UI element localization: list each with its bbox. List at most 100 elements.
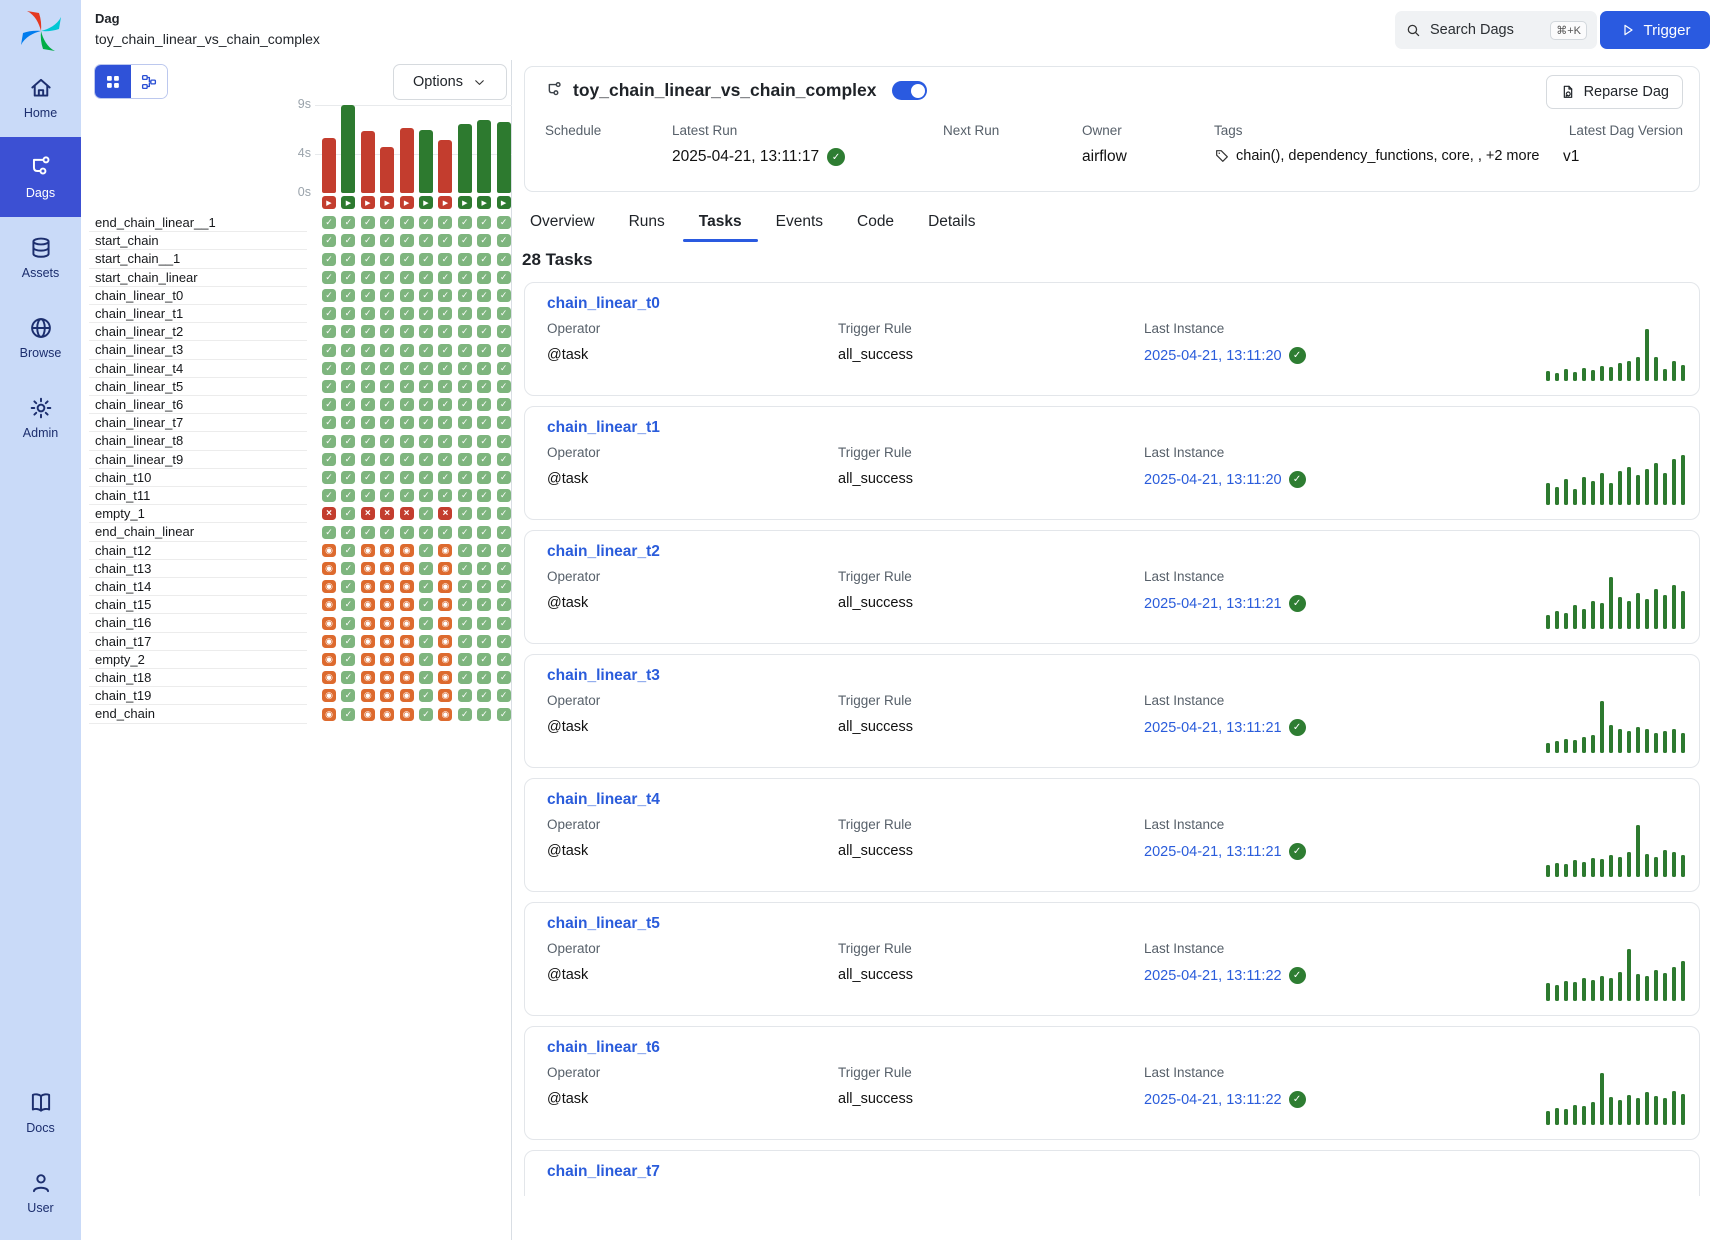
search-dags-input[interactable]: Search Dags ⌘+K [1395, 11, 1597, 49]
task-instance-success-icon[interactable]: ✓ [341, 471, 355, 484]
task-instance-success-icon[interactable]: ✓ [400, 234, 414, 247]
task-instance-success-icon[interactable]: ✓ [438, 325, 452, 338]
task-instance-success-icon[interactable]: ✓ [380, 471, 394, 484]
task-instance-success-icon[interactable]: ✓ [497, 307, 511, 320]
task-instance-upstream-failed-icon[interactable]: ◉ [361, 671, 375, 684]
task-instance-success-icon[interactable]: ✓ [458, 507, 472, 520]
task-instance-success-icon[interactable]: ✓ [361, 307, 375, 320]
task-instance-success-icon[interactable]: ✓ [341, 653, 355, 666]
task-instance-success-icon[interactable]: ✓ [380, 453, 394, 466]
reparse-dag-button[interactable]: Reparse Dag [1546, 75, 1683, 109]
run-duration-bar[interactable] [477, 120, 491, 193]
task-instance-success-icon[interactable]: ✓ [400, 380, 414, 393]
task-instance-success-icon[interactable]: ✓ [341, 635, 355, 648]
task-instance-success-icon[interactable]: ✓ [400, 471, 414, 484]
task-instance-success-icon[interactable]: ✓ [419, 325, 433, 338]
task-instance-upstream-failed-icon[interactable]: ◉ [438, 598, 452, 611]
task-card-title-link[interactable]: chain_linear_t6 [547, 1039, 660, 1057]
task-instance-success-icon[interactable]: ✓ [419, 708, 433, 721]
task-instance-upstream-failed-icon[interactable]: ◉ [438, 708, 452, 721]
task-instance-success-icon[interactable]: ✓ [458, 453, 472, 466]
sidebar-item-browse[interactable]: Browse [0, 297, 81, 377]
task-instance-success-icon[interactable]: ✓ [419, 362, 433, 375]
task-instance-success-icon[interactable]: ✓ [361, 435, 375, 448]
task-instance-success-icon[interactable]: ✓ [380, 416, 394, 429]
task-instance-success-icon[interactable]: ✓ [419, 380, 433, 393]
task-instance-success-icon[interactable]: ✓ [341, 216, 355, 229]
task-instance-success-icon[interactable]: ✓ [458, 635, 472, 648]
task-instance-success-icon[interactable]: ✓ [380, 489, 394, 502]
task-instance-success-icon[interactable]: ✓ [322, 380, 336, 393]
task-instance-success-icon[interactable]: ✓ [322, 271, 336, 284]
task-instance-success-icon[interactable]: ✓ [497, 416, 511, 429]
task-instance-upstream-failed-icon[interactable]: ◉ [400, 635, 414, 648]
task-card-title-link[interactable]: chain_linear_t0 [547, 295, 660, 313]
task-instance-success-icon[interactable]: ✓ [477, 617, 491, 630]
sidebar-item-admin[interactable]: Admin [0, 377, 81, 457]
task-instance-upstream-failed-icon[interactable]: ◉ [380, 617, 394, 630]
task-instance-success-icon[interactable]: ✓ [400, 344, 414, 357]
task-instance-success-icon[interactable]: ✓ [341, 689, 355, 702]
task-instance-success-icon[interactable]: ✓ [419, 289, 433, 302]
task-instance-success-icon[interactable]: ✓ [361, 271, 375, 284]
task-instance-success-icon[interactable]: ✓ [341, 526, 355, 539]
task-instance-success-icon[interactable]: ✓ [477, 471, 491, 484]
task-instance-success-icon[interactable]: ✓ [497, 271, 511, 284]
task-instance-success-icon[interactable]: ✓ [477, 362, 491, 375]
task-instance-failed-icon[interactable]: × [361, 507, 375, 520]
tags-value[interactable]: chain(), dependency_functions, core, , +… [1236, 148, 1539, 164]
task-instance-success-icon[interactable]: ✓ [380, 234, 394, 247]
task-row-name[interactable]: start_chain__1 [89, 250, 307, 268]
task-instance-success-icon[interactable]: ✓ [322, 362, 336, 375]
task-instance-upstream-failed-icon[interactable]: ◉ [322, 635, 336, 648]
task-instance-success-icon[interactable]: ✓ [497, 344, 511, 357]
task-row-name[interactable]: chain_linear_t7 [89, 414, 307, 432]
task-instance-success-icon[interactable]: ✓ [438, 380, 452, 393]
task-instance-upstream-failed-icon[interactable]: ◉ [361, 708, 375, 721]
task-instance-upstream-failed-icon[interactable]: ◉ [380, 671, 394, 684]
run-state-play-icon[interactable]: ▶ [458, 196, 472, 209]
task-instance-success-icon[interactable]: ✓ [438, 526, 452, 539]
task-instance-upstream-failed-icon[interactable]: ◉ [380, 689, 394, 702]
task-instance-upstream-failed-icon[interactable]: ◉ [361, 635, 375, 648]
task-instance-success-icon[interactable]: ✓ [341, 453, 355, 466]
task-row-name[interactable]: start_chain [89, 232, 307, 250]
task-instance-success-icon[interactable]: ✓ [497, 435, 511, 448]
task-row-name[interactable]: chain_t15 [89, 596, 307, 614]
task-instance-success-icon[interactable]: ✓ [497, 253, 511, 266]
task-instance-success-icon[interactable]: ✓ [497, 671, 511, 684]
task-instance-success-icon[interactable]: ✓ [477, 398, 491, 411]
task-instance-success-icon[interactable]: ✓ [477, 216, 491, 229]
run-duration-bar[interactable] [341, 105, 355, 193]
task-instance-success-icon[interactable]: ✓ [361, 489, 375, 502]
task-instance-success-icon[interactable]: ✓ [400, 307, 414, 320]
task-instance-success-icon[interactable]: ✓ [497, 562, 511, 575]
task-instance-success-icon[interactable]: ✓ [341, 271, 355, 284]
task-row-name[interactable]: end_chain_linear__1 [89, 214, 307, 232]
task-instance-success-icon[interactable]: ✓ [438, 489, 452, 502]
run-state-play-icon[interactable]: ▶ [361, 196, 375, 209]
task-instance-success-icon[interactable]: ✓ [341, 362, 355, 375]
task-row-name[interactable]: chain_linear_t3 [89, 341, 307, 359]
task-instance-success-icon[interactable]: ✓ [497, 689, 511, 702]
task-instance-success-icon[interactable]: ✓ [477, 507, 491, 520]
task-instance-success-icon[interactable]: ✓ [322, 325, 336, 338]
task-row-name[interactable]: end_chain [89, 705, 307, 723]
task-instance-success-icon[interactable]: ✓ [497, 526, 511, 539]
task-instance-upstream-failed-icon[interactable]: ◉ [438, 635, 452, 648]
task-instance-success-icon[interactable]: ✓ [361, 234, 375, 247]
task-instance-success-icon[interactable]: ✓ [477, 325, 491, 338]
run-state-play-icon[interactable]: ▶ [380, 196, 394, 209]
task-instance-success-icon[interactable]: ✓ [400, 271, 414, 284]
task-instance-success-icon[interactable]: ✓ [419, 617, 433, 630]
task-instance-success-icon[interactable]: ✓ [438, 307, 452, 320]
task-instance-success-icon[interactable]: ✓ [497, 653, 511, 666]
task-instance-upstream-failed-icon[interactable]: ◉ [380, 635, 394, 648]
task-instance-upstream-failed-icon[interactable]: ◉ [361, 653, 375, 666]
task-instance-success-icon[interactable]: ✓ [322, 453, 336, 466]
task-instance-success-icon[interactable]: ✓ [322, 289, 336, 302]
task-instance-upstream-failed-icon[interactable]: ◉ [400, 689, 414, 702]
task-instance-success-icon[interactable]: ✓ [477, 653, 491, 666]
task-row-name[interactable]: chain_t11 [89, 487, 307, 505]
grid-view-button[interactable] [95, 65, 131, 98]
